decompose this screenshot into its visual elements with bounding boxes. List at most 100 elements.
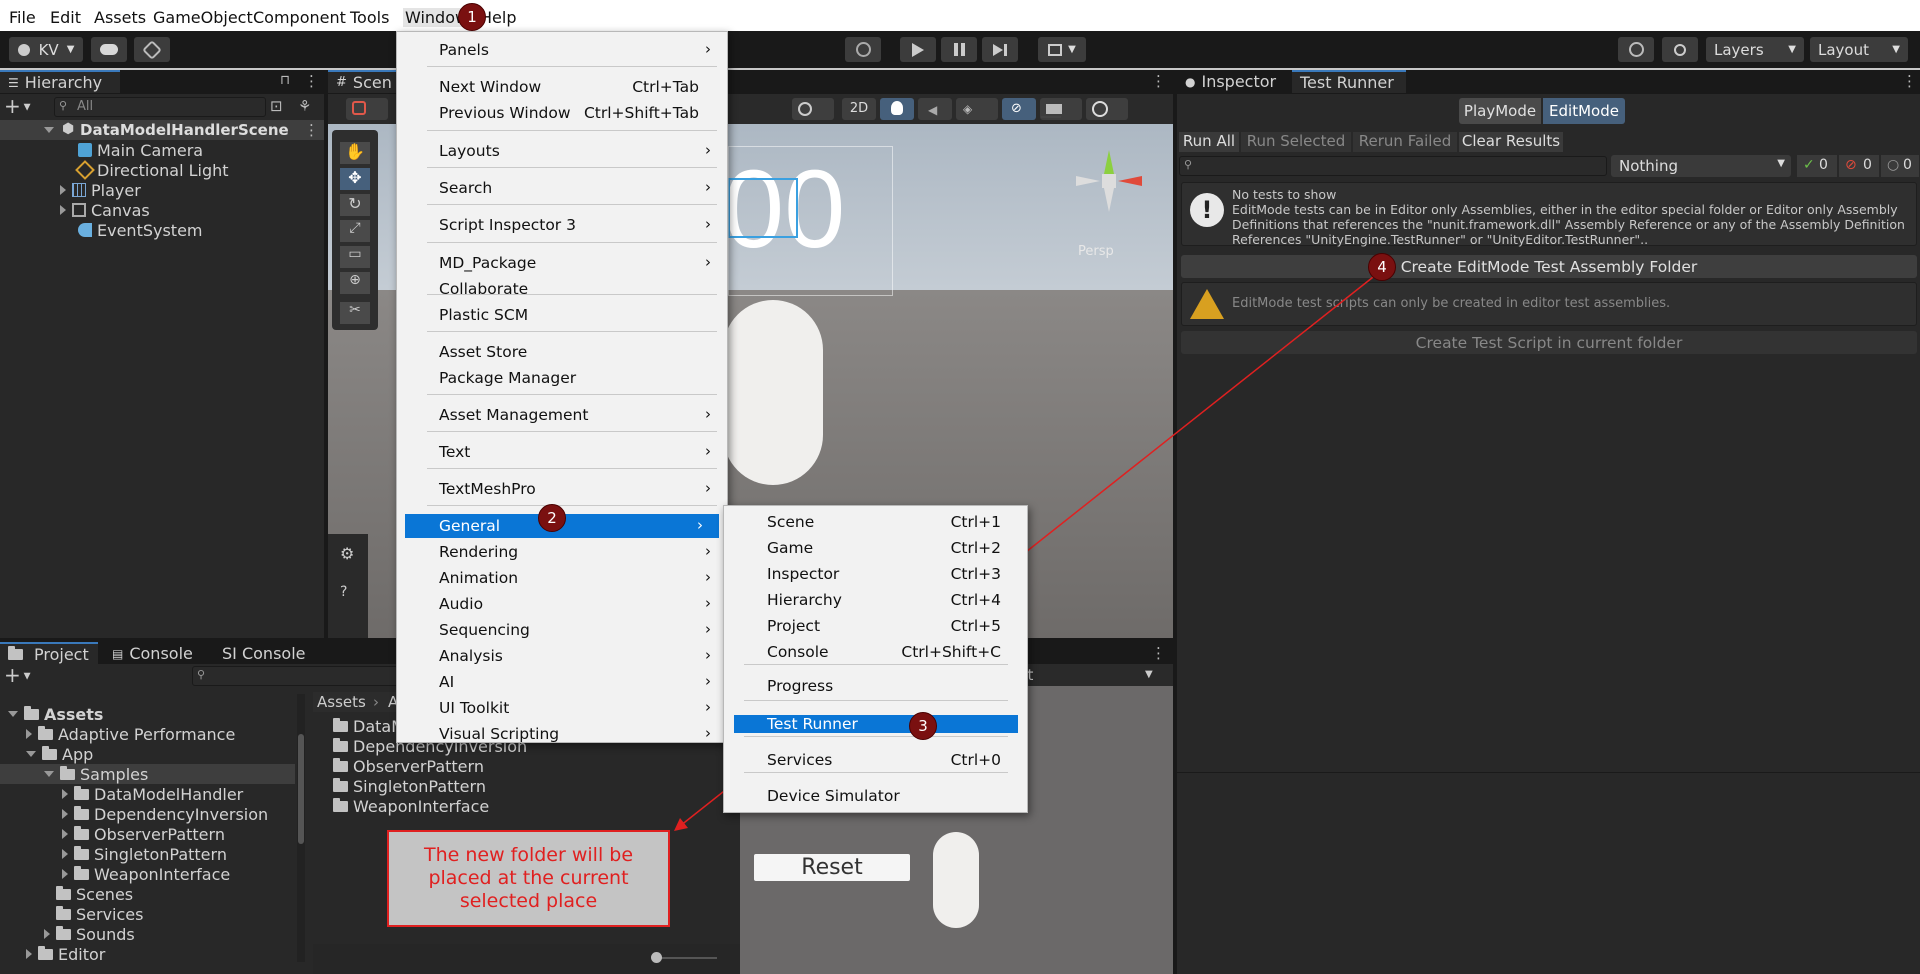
chevron-right-icon: › [705, 40, 711, 58]
menu-item-layouts[interactable]: Layouts › [397, 139, 727, 163]
menu-item-asset-management[interactable]: Asset Management › [397, 403, 727, 427]
submenu-item-label: Game [767, 539, 814, 557]
submenu-item-shortcut: Ctrl+0 [950, 751, 1001, 769]
menu-item-package-manager[interactable]: Package Manager [397, 366, 727, 390]
annotation-note: The new folder will be placed at the cur… [387, 830, 670, 927]
submenu-item-project[interactable]: Project Ctrl+5 [724, 614, 1027, 638]
annotation-arrow [674, 269, 1383, 831]
menu-item-label: Animation [439, 569, 519, 587]
submenu-item-shortcut: Ctrl+Shift+C [901, 643, 1001, 661]
menu-item-label: Visual Scripting [439, 725, 560, 743]
menu-item-label: Script Inspector 3 [439, 216, 576, 234]
submenu-item-shortcut: Ctrl+2 [950, 539, 1001, 557]
submenu-item-console[interactable]: Console Ctrl+Shift+C [724, 640, 1027, 664]
menu-separator [744, 664, 1008, 665]
menu-separator [744, 736, 1008, 737]
chevron-right-icon: › [705, 698, 711, 716]
submenu-item-shortcut: Ctrl+5 [950, 617, 1001, 635]
menu-separator [427, 394, 717, 395]
chevron-right-icon: › [705, 405, 711, 423]
submenu-item-device-simulator[interactable]: Device Simulator [724, 784, 1027, 808]
chevron-right-icon: › [705, 479, 711, 497]
submenu-item-label: Services [767, 751, 833, 769]
submenu-item-progress[interactable]: Progress [724, 674, 1027, 698]
step-badge: 2 [538, 504, 566, 532]
menu-item-panels[interactable]: Panels › [397, 38, 727, 62]
chevron-right-icon: › [705, 253, 711, 271]
submenu-item-game[interactable]: Game Ctrl+2 [724, 536, 1027, 560]
menu-item-label: Next Window [439, 78, 542, 96]
menu-item-text[interactable]: Text › [397, 440, 727, 464]
chevron-right-icon: › [705, 141, 711, 159]
chevron-right-icon: › [705, 646, 711, 664]
general-submenu: Scene Ctrl+1 Game Ctrl+2 Inspector Ctrl+3 Hier… [723, 505, 1028, 813]
menu-separator [427, 204, 717, 205]
submenu-item-label: Device Simulator [767, 787, 900, 805]
menu-item-label: Analysis [439, 647, 503, 665]
menu-separator [427, 431, 717, 432]
step-badge: 4 [1368, 253, 1396, 281]
chevron-right-icon: › [697, 516, 703, 534]
menu-item-next-window[interactable]: Next Window Ctrl+Tab [397, 75, 727, 99]
menu-separator [427, 66, 717, 67]
chevron-right-icon: › [705, 594, 711, 612]
menu-item-plastic-scm[interactable]: Plastic SCM [397, 303, 727, 327]
submenu-item-services[interactable]: Services Ctrl+0 [724, 748, 1027, 772]
submenu-item-test-runner[interactable]: Test Runner [734, 715, 1018, 733]
submenu-item-label: Progress [767, 677, 834, 695]
menu-separator [427, 468, 717, 469]
menu-item-label: Asset Store [439, 343, 528, 361]
menu-item-label: UI Toolkit [439, 699, 510, 717]
chevron-right-icon: › [705, 542, 711, 560]
menu-item-previous-window[interactable]: Previous Window Ctrl+Shift+Tab [397, 101, 727, 125]
menu-item-ui-toolkit[interactable]: UI Toolkit › [397, 696, 727, 720]
menu-item-textmeshpro[interactable]: TextMeshPro › [397, 477, 727, 501]
submenu-item-label: Hierarchy [767, 591, 842, 609]
submenu-item-label: Scene [767, 513, 815, 531]
menu-item-animation[interactable]: Animation › [397, 566, 727, 590]
menu-item-sequencing[interactable]: Sequencing › [397, 618, 727, 642]
submenu-item-label: Inspector [767, 565, 840, 583]
menu-item-label: Sequencing [439, 621, 530, 639]
menu-item-label: Search [439, 179, 493, 197]
menu-item-label: General [439, 517, 501, 535]
step-badge: 3 [909, 712, 937, 740]
chevron-right-icon: › [705, 620, 711, 638]
menu-item-collaborate[interactable]: Collaborate [397, 277, 727, 301]
chevron-right-icon: › [705, 442, 711, 460]
menu-item-md-package[interactable]: MD_Package › [397, 251, 727, 275]
menu-separator [427, 130, 717, 131]
submenu-item-hierarchy[interactable]: Hierarchy Ctrl+4 [724, 588, 1027, 612]
menu-item-label: Plastic SCM [439, 306, 529, 324]
menu-item-label: Asset Management [439, 406, 589, 424]
menu-item-rendering[interactable]: Rendering › [397, 540, 727, 564]
menu-item-label: TextMeshPro [439, 480, 536, 498]
menu-separator [427, 331, 717, 332]
menu-item-label: Package Manager [439, 369, 577, 387]
menu-item-shortcut: Ctrl+Tab [632, 78, 699, 96]
menu-item-script-inspector-3[interactable]: Script Inspector 3 › [397, 213, 727, 237]
menu-item-visual-scripting[interactable]: Visual Scripting › [397, 722, 727, 746]
menu-item-label: Audio [439, 595, 484, 613]
menu-item-ai[interactable]: AI › [397, 670, 727, 694]
menu-separator [427, 242, 717, 243]
menu-item-search[interactable]: Search › [397, 176, 727, 200]
menu-separator [427, 505, 717, 506]
menu-item-label: Text [439, 443, 471, 461]
menu-item-audio[interactable]: Audio › [397, 592, 727, 616]
menu-item-label: AI [439, 673, 455, 691]
chevron-right-icon: › [705, 672, 711, 690]
menu-separator [744, 772, 1008, 773]
menu-item-shortcut: Ctrl+Shift+Tab [583, 104, 699, 122]
submenu-item-shortcut: Ctrl+3 [950, 565, 1001, 583]
menu-item-label: Layouts [439, 142, 500, 160]
menu-item-analysis[interactable]: Analysis › [397, 644, 727, 668]
submenu-item-inspector[interactable]: Inspector Ctrl+3 [724, 562, 1027, 586]
window-menu: Panels › Next Window Ctrl+Tab Previous Windo… [396, 31, 728, 743]
chevron-right-icon: › [705, 724, 711, 742]
arrow-head [674, 818, 688, 831]
step-badge: 1 [458, 3, 486, 31]
menu-item-asset-store[interactable]: Asset Store [397, 340, 727, 364]
submenu-item-scene[interactable]: Scene Ctrl+1 [724, 510, 1027, 534]
menu-item-label: Previous Window [439, 104, 571, 122]
